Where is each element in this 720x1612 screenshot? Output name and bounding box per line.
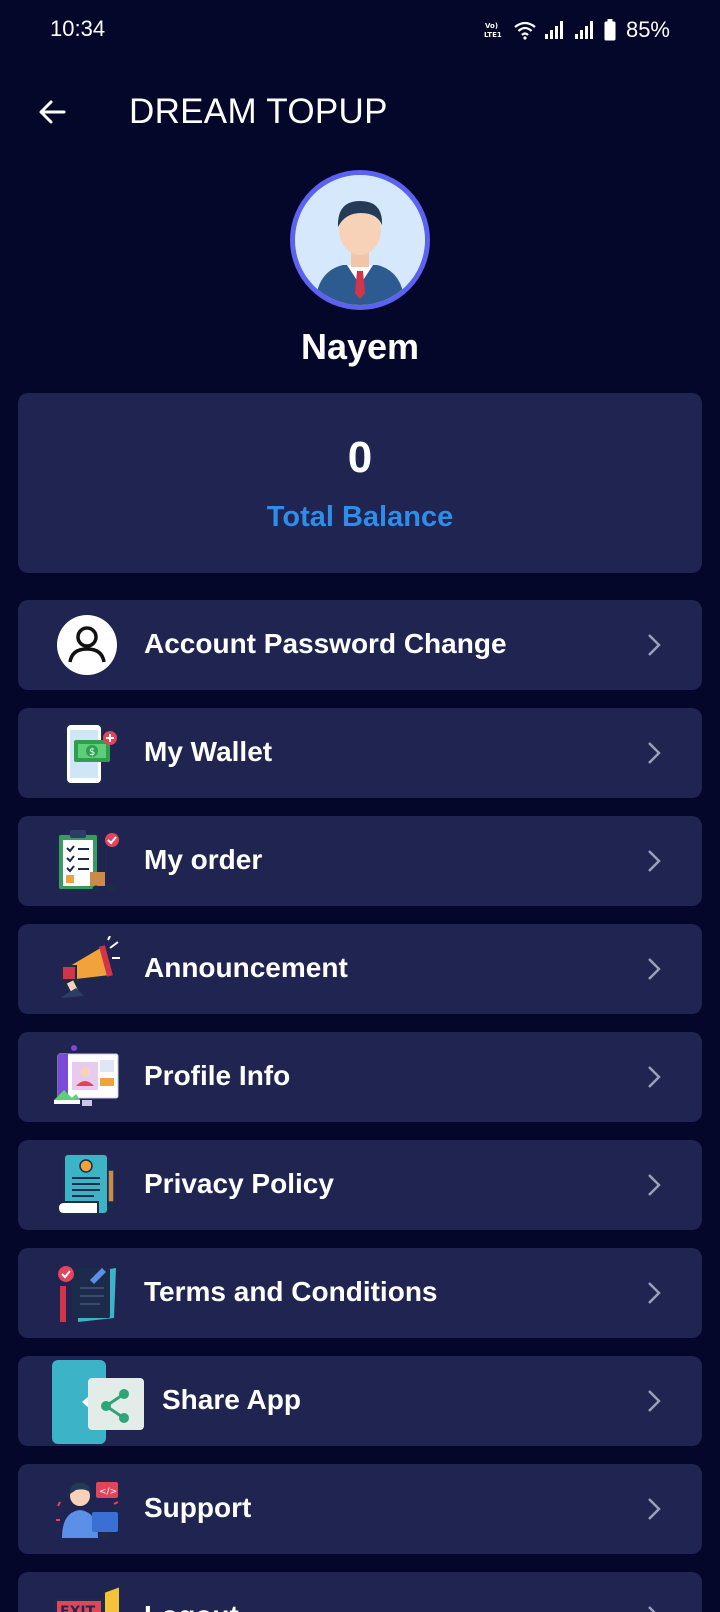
volte-icon: Vo) LTE1: [484, 22, 502, 39]
back-button[interactable]: [30, 90, 74, 134]
terms-checklist-icon: [58, 1266, 116, 1322]
share-icon: [52, 1360, 144, 1444]
status-time: 10:34: [50, 16, 106, 41]
megaphone-icon: [60, 936, 120, 998]
menu-item-support[interactable]: </> Support: [18, 1464, 702, 1554]
svg-text:</>: </>: [99, 1487, 117, 1497]
menu-label: Logout: [144, 1600, 239, 1612]
status-icons: Vo) LTE1 85%: [484, 15, 670, 45]
menu-item-my-order[interactable]: My order: [18, 816, 702, 906]
profile-screen-icon: [54, 1045, 119, 1106]
menu-item-announcement[interactable]: Announcement: [18, 924, 702, 1014]
exit-door-icon: EXIT: [55, 1584, 120, 1612]
chevron-right-icon: [648, 1498, 661, 1520]
balance-label: Total Balance: [266, 501, 454, 533]
battery-icon: [604, 19, 616, 41]
chevron-right-icon: [648, 1606, 656, 1612]
menu-label: My Wallet: [144, 736, 273, 767]
chevron-right-icon: [648, 634, 661, 656]
svg-text:Vo): Vo): [485, 22, 498, 30]
menu-item-share-app[interactable]: Share App: [18, 1356, 702, 1446]
menu-item-logout[interactable]: EXIT Logout: [18, 1572, 702, 1612]
order-clipboard-icon: [57, 830, 119, 893]
user-name: Nayem: [300, 326, 420, 367]
menu-label: Privacy Policy: [144, 1168, 334, 1199]
menu-label: Share App: [162, 1384, 301, 1415]
menu-label: Announcement: [144, 952, 348, 983]
battery-percent: 85%: [625, 17, 670, 42]
signal-icon-2: [574, 21, 593, 39]
chevron-right-icon: [648, 1174, 661, 1196]
balance-value: 0: [347, 433, 373, 482]
chevron-right-icon: [648, 1282, 661, 1304]
user-avatar-icon: [295, 175, 425, 305]
wifi-icon: [514, 21, 536, 40]
chevron-right-icon: [648, 958, 661, 980]
menu-item-privacy-policy[interactable]: Privacy Policy: [18, 1140, 702, 1230]
chevron-right-icon: [648, 1066, 661, 1088]
svg-text:LTE1: LTE1: [484, 31, 502, 39]
avatar: [290, 170, 430, 310]
menu-item-account-password-change[interactable]: Account Password Change: [18, 600, 702, 690]
menu-item-my-wallet[interactable]: $ My Wallet: [18, 708, 702, 798]
menu-item-terms-and-conditions[interactable]: Terms and Conditions: [18, 1248, 702, 1338]
wallet-phone-icon: $: [65, 723, 117, 785]
page-title: DREAM TOPUP: [129, 92, 388, 131]
svg-text:EXIT: EXIT: [60, 1604, 96, 1612]
policy-document-icon: [56, 1153, 115, 1215]
menu-label: My order: [144, 844, 263, 875]
menu-label: Account Password Change: [144, 628, 507, 659]
arrow-left-icon: [39, 100, 66, 124]
menu-label: Profile Info: [144, 1060, 291, 1091]
chevron-right-icon: [648, 1390, 661, 1412]
balance-card: 0 Total Balance: [18, 393, 702, 573]
app-header: DREAM TOPUP: [0, 78, 720, 144]
menu-item-profile-info[interactable]: Profile Info: [18, 1032, 702, 1122]
support-agent-icon: </>: [56, 1480, 119, 1538]
account-circle-icon: [57, 615, 117, 675]
menu-label: Support: [144, 1492, 252, 1523]
chevron-right-icon: [648, 850, 661, 872]
svg-text:$: $: [89, 747, 95, 758]
status-bar: 10:34 Vo) LTE1 85%: [0, 0, 720, 60]
signal-icon-1: [544, 21, 563, 39]
menu-label: Terms and Conditions: [144, 1276, 438, 1307]
chevron-right-icon: [648, 742, 661, 764]
